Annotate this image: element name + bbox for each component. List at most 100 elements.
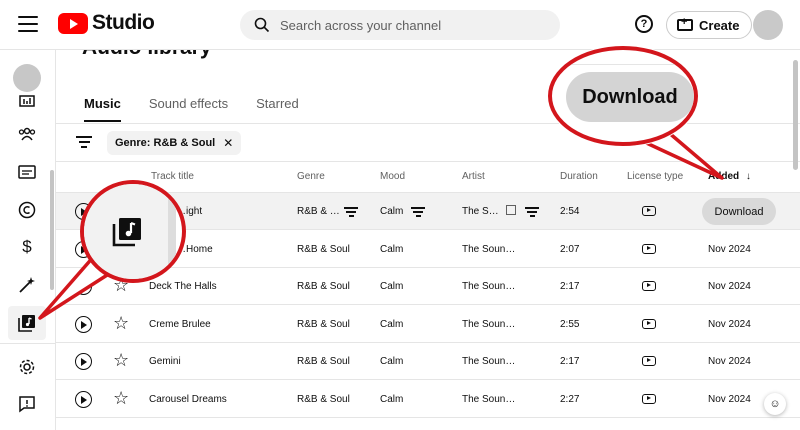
callout-divider <box>552 64 694 65</box>
play-icon[interactable] <box>75 391 92 408</box>
play-icon[interactable] <box>75 353 92 370</box>
audio-library-nav-item[interactable] <box>8 306 46 340</box>
track-artist: The Soun… <box>462 244 516 255</box>
track-added: Nov 2024 <box>708 319 751 330</box>
rail-scrollbar[interactable] <box>50 170 54 290</box>
audio-library-icon <box>18 315 35 332</box>
search-bar[interactable] <box>240 10 560 40</box>
youtube-license-icon <box>642 394 656 404</box>
track-added: Nov 2024 <box>708 244 751 255</box>
earn-icon[interactable]: $ <box>16 236 38 258</box>
column-header-genre[interactable]: Genre <box>297 171 325 182</box>
main-scrollbar[interactable] <box>793 60 798 170</box>
download-button-zoomed: Download <box>566 72 694 122</box>
table-row[interactable]: ☆ Carousel Dreams R&B & Soul Calm The So… <box>56 381 800 418</box>
copyright-icon[interactable] <box>16 199 38 221</box>
sort-arrow-icon: ↓ <box>745 171 751 182</box>
track-title: Carousel Dreams <box>149 394 227 405</box>
track-mood: Calm <box>380 394 404 405</box>
column-header-track-title[interactable]: Track title <box>151 171 194 182</box>
youtube-license-icon <box>642 281 656 291</box>
track-duration: 2:17 <box>560 281 580 292</box>
create-button[interactable]: Create <box>666 11 753 39</box>
tab-bar: Music Sound effects Starred <box>84 96 327 122</box>
track-mood: Calm <box>380 206 404 217</box>
youtube-logo-icon <box>58 12 88 34</box>
logo-text: Studio <box>92 11 155 34</box>
tab-starred[interactable]: Starred <box>256 96 299 122</box>
track-added: Nov 2024 <box>708 356 751 367</box>
audio-library-icon-zoomed <box>112 218 141 247</box>
analytics-icon[interactable] <box>16 90 38 112</box>
left-rail: $ <box>0 50 56 430</box>
track-genre: R&B & Soul <box>297 394 350 405</box>
track-duration: 2:54 <box>560 206 580 217</box>
track-mood: Calm <box>380 356 404 367</box>
create-video-icon <box>677 16 693 31</box>
tabs-divider <box>56 123 800 124</box>
track-title: Creme Brulee <box>149 319 211 330</box>
column-header-mood[interactable]: Mood <box>380 171 405 182</box>
column-header-added[interactable]: Added ↓ <box>708 171 751 182</box>
download-button[interactable]: Download <box>702 198 776 225</box>
help-icon[interactable]: ? <box>635 15 653 33</box>
track-genre: R&B & Soul <box>297 281 350 292</box>
play-icon[interactable] <box>75 278 92 295</box>
filter-icon[interactable] <box>76 136 92 148</box>
table-row[interactable]: ☆ Creme Brulee R&B & Soul Calm The Soun…… <box>56 306 800 343</box>
track-artist: The Soun… <box>462 281 516 292</box>
community-icon[interactable] <box>16 123 38 145</box>
tab-sound-effects[interactable]: Sound effects <box>149 96 228 122</box>
track-duration: 2:07 <box>560 244 580 255</box>
track-artist: The Soun… <box>462 356 516 367</box>
rail-divider <box>0 343 56 344</box>
account-avatar[interactable] <box>753 10 783 40</box>
column-header-license-type[interactable]: License type <box>627 171 683 182</box>
create-label: Create <box>699 17 740 33</box>
settings-icon[interactable] <box>16 356 38 378</box>
subtitles-icon[interactable] <box>16 161 38 183</box>
close-icon[interactable]: ✕ <box>223 136 233 150</box>
menu-icon[interactable] <box>18 16 38 32</box>
audio-library-callout <box>80 180 186 283</box>
filter-divider <box>56 161 800 162</box>
search-input[interactable] <box>280 17 540 33</box>
column-header-duration[interactable]: Duration <box>560 171 598 182</box>
genre-filter-chip[interactable]: Genre: R&B & Soul ✕ <box>107 131 242 155</box>
filter-chip-label: Genre: R&B & Soul <box>115 137 216 149</box>
youtube-license-icon <box>642 356 656 366</box>
play-icon[interactable] <box>75 316 92 333</box>
track-genre: R&B & Soul <box>297 319 350 330</box>
column-header-artist[interactable]: Artist <box>462 171 485 182</box>
download-callout: Download <box>548 46 698 146</box>
track-genre: R&B & … <box>297 206 340 217</box>
callout-scrollbar <box>168 184 176 279</box>
star-icon[interactable]: ☆ <box>113 313 129 333</box>
track-added: Nov 2024 <box>708 281 751 292</box>
tab-music[interactable]: Music <box>84 96 121 122</box>
track-added: Nov 2024 <box>708 394 751 405</box>
open-external-icon[interactable] <box>506 205 516 215</box>
track-mood: Calm <box>380 244 404 255</box>
channel-avatar[interactable] <box>13 64 41 92</box>
added-header-label: Added <box>708 171 740 182</box>
track-title: Deck The Halls <box>149 281 217 292</box>
track-title: Gemini <box>149 356 181 367</box>
track-mood: Calm <box>380 281 404 292</box>
track-artist: The Soun… <box>462 394 516 405</box>
track-duration: 2:55 <box>560 319 580 330</box>
customization-icon[interactable] <box>16 274 38 296</box>
filter-genre-icon[interactable] <box>344 207 358 217</box>
star-icon[interactable]: ☆ <box>113 388 129 408</box>
feedback-icon[interactable] <box>16 393 38 415</box>
filter-mood-icon[interactable] <box>411 207 425 217</box>
send-feedback-icon[interactable]: ☺ <box>764 393 786 415</box>
track-mood: Calm <box>380 319 404 330</box>
table-row[interactable]: ☆ Gemini R&B & Soul Calm The Soun… 2:17 … <box>56 343 800 380</box>
top-bar: Studio ? Create <box>0 0 800 50</box>
filter-artist-icon[interactable] <box>525 207 539 217</box>
studio-logo[interactable]: Studio <box>58 11 155 35</box>
youtube-license-icon <box>642 319 656 329</box>
track-duration: 2:17 <box>560 356 580 367</box>
star-icon[interactable]: ☆ <box>113 350 129 370</box>
